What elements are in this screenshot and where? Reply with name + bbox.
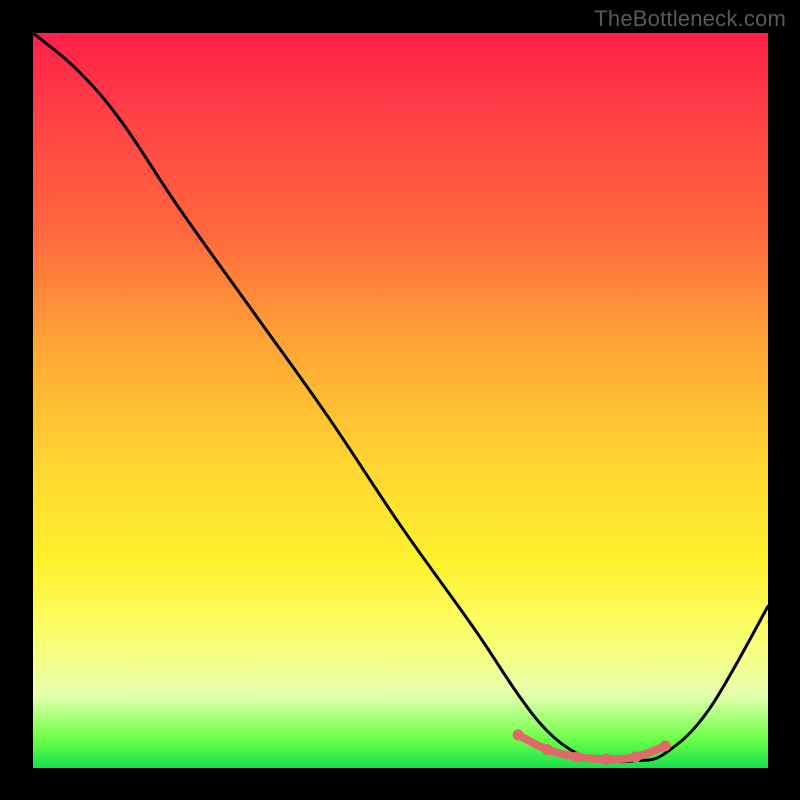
plot-area — [33, 33, 768, 768]
chart-frame: TheBottleneck.com — [0, 0, 800, 800]
chart-svg — [33, 33, 768, 768]
highlight-dot — [660, 740, 671, 751]
highlight-dot — [571, 751, 582, 762]
main-curve — [33, 33, 768, 762]
highlight-segment — [518, 735, 665, 759]
watermark-text: TheBottleneck.com — [594, 6, 786, 32]
highlight-dot — [542, 744, 553, 755]
highlight-dot — [513, 729, 524, 740]
highlight-dot — [630, 751, 641, 762]
highlight-dot — [601, 754, 612, 765]
